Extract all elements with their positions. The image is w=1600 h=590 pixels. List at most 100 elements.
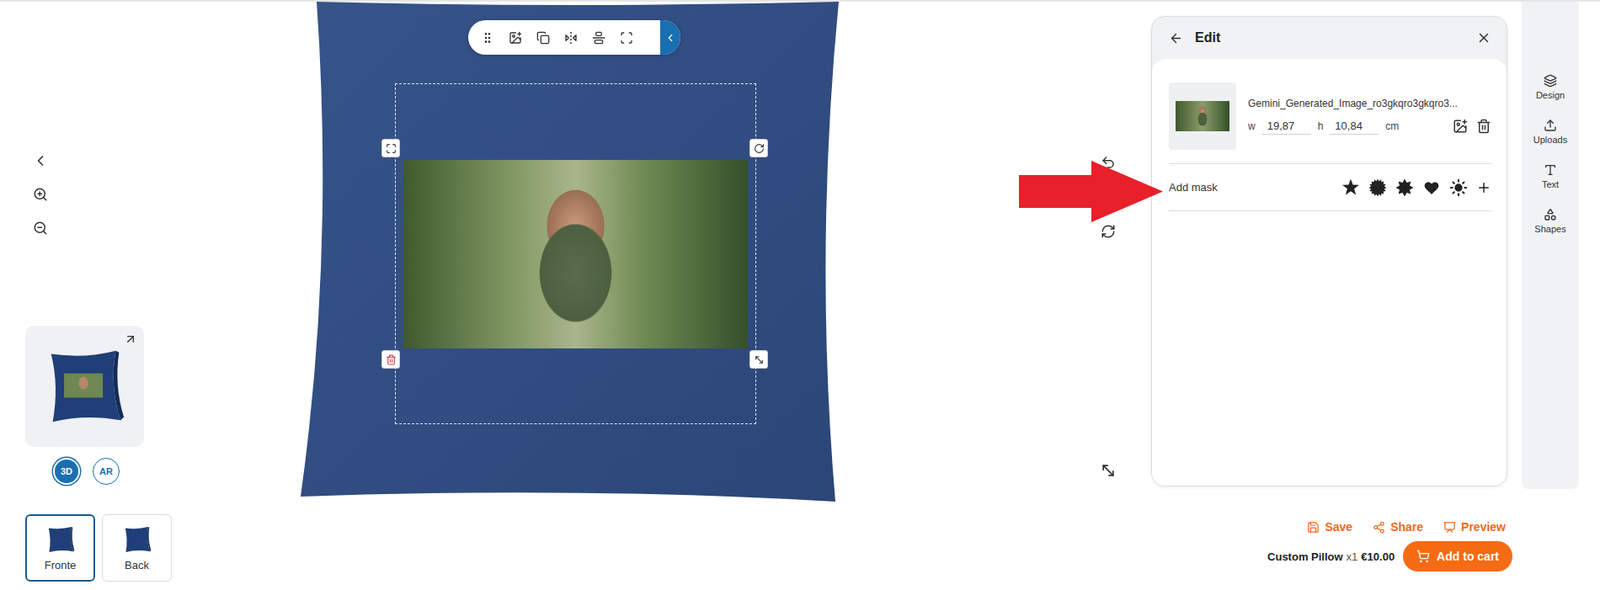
rotate-handle[interactable] [749, 138, 768, 158]
thumbnail-photo [1175, 101, 1230, 132]
badge-star-icon[interactable] [1395, 178, 1414, 198]
expand-preview[interactable] [123, 332, 138, 347]
pillow-icon [122, 525, 152, 555]
price-row: Custom Pillowx1€10.00 Add to cart [1151, 541, 1600, 572]
action-link[interactable]: Preview [1443, 520, 1506, 534]
trash-icon [385, 354, 397, 366]
delete-image-button[interactable] [1476, 118, 1492, 134]
chevron-left-icon [664, 32, 677, 44]
close-button[interactable] [1476, 30, 1492, 46]
side-tab[interactable]: Fronte [25, 514, 96, 582]
image-thumbnail [1168, 82, 1237, 150]
action-row: Save Share Preview [1151, 520, 1600, 534]
width-label: w [1248, 120, 1256, 133]
toolbar-button[interactable] [474, 25, 501, 51]
toolbar-button[interactable] [502, 25, 528, 51]
side-tab-label: Back [124, 559, 150, 572]
side-tabs: Fronte Back [25, 514, 253, 582]
height-field[interactable]: 10,84 [1329, 117, 1379, 135]
sidebar-item[interactable]: Shapes [1534, 208, 1566, 235]
resize-handle[interactable] [749, 350, 768, 369]
zoom-in-button[interactable] [32, 186, 49, 203]
height-label: h [1317, 120, 1324, 133]
align-icon [592, 31, 606, 45]
share-icon [1372, 521, 1386, 534]
toolbar-button[interactable] [613, 25, 640, 51]
panel-header: Edit [1152, 16, 1507, 59]
star-icon[interactable] [1341, 178, 1360, 198]
trash-icon [1476, 118, 1492, 134]
add-mask-icon[interactable] [1476, 180, 1492, 196]
zoom-in-icon [32, 186, 48, 203]
image-actions [1452, 118, 1492, 134]
back-button[interactable] [1168, 31, 1184, 46]
sidebar-item[interactable]: Design [1536, 74, 1565, 101]
view-mode-button[interactable]: 3D [53, 458, 80, 486]
fullscreen-handle[interactable] [381, 138, 400, 158]
duplicate-icon [536, 31, 550, 45]
toolbar-button[interactable] [530, 25, 556, 51]
zoom-out-icon [32, 220, 48, 236]
element-toolbar [468, 20, 681, 55]
view-tools [32, 152, 253, 237]
price: €10.00 [1360, 550, 1395, 564]
add-to-cart-label: Add to cart [1436, 549, 1499, 564]
view-modes: 3D AR [25, 458, 253, 486]
cart-icon [1416, 549, 1430, 564]
pillow-preview-icon [44, 346, 126, 427]
sidebar-item[interactable]: Uploads [1533, 118, 1568, 145]
panel-row: Edit Gemini_Generated_Image_ro3gkqro3gkqr… [1151, 1, 1600, 490]
back-button[interactable] [32, 152, 49, 170]
fullscreen-button[interactable] [1098, 461, 1118, 480]
arrow-up-right-icon [123, 332, 138, 347]
image-row: Gemini_Generated_Image_ro3gkqro3gkqro3..… [1168, 82, 1492, 165]
preview-thumbnail[interactable] [25, 325, 144, 448]
text-icon [1543, 163, 1558, 177]
sidebar-label: Text [1541, 179, 1559, 190]
reset-button[interactable] [1098, 222, 1118, 241]
side-tab[interactable]: Back [101, 514, 172, 582]
heart-icon[interactable] [1422, 178, 1441, 198]
sun-icon[interactable] [1449, 178, 1468, 198]
file-name: Gemini_Generated_Image_ro3gkqro3gkqro3..… [1248, 97, 1492, 110]
toolbar-button[interactable] [586, 25, 612, 51]
design-canvas [252, 1, 1152, 590]
panel-title: Edit [1194, 30, 1221, 46]
resize-icon [753, 354, 765, 366]
left-rail: 3D AR Fronte Back [0, 1, 253, 590]
add-to-cart-button[interactable]: Add to cart [1402, 541, 1513, 572]
tool-sidebar: Design Uploads Text Shapes [1521, 1, 1579, 490]
action-label: Preview [1461, 520, 1506, 534]
action-label: Share [1390, 520, 1424, 534]
quantity: x1 [1346, 550, 1359, 564]
replace-image-icon [508, 31, 523, 45]
product-designer: 3D AR Fronte Back Edit Gemini_Generated_Image… [0, 0, 1600, 590]
action-link[interactable]: Share [1372, 520, 1424, 534]
unit-label: cm [1385, 120, 1399, 133]
action-link[interactable]: Save [1306, 520, 1353, 534]
sidebar-item[interactable]: Text [1541, 163, 1559, 190]
sidebar-label: Design [1536, 90, 1565, 101]
edit-panel: Edit Gemini_Generated_Image_ro3gkqro3gkqr… [1151, 16, 1508, 487]
flip-icon [564, 31, 578, 45]
burst-icon[interactable] [1368, 178, 1387, 198]
photo[interactable] [403, 160, 748, 349]
panel-body: Gemini_Generated_Image_ro3gkqro3gkqro3..… [1152, 58, 1507, 486]
product-name: Custom Pillow [1267, 550, 1344, 564]
mask-label: Add mask [1168, 181, 1218, 194]
drag-handle-icon [480, 31, 495, 45]
zoom-out-button[interactable] [32, 219, 49, 237]
sidebar-label: Uploads [1533, 134, 1568, 145]
toolbar-button[interactable] [558, 25, 584, 51]
pillow-icon [46, 525, 75, 555]
delete-handle[interactable] [381, 350, 400, 369]
arrow-left-icon [1168, 31, 1184, 46]
width-field[interactable]: 19,87 [1262, 117, 1312, 135]
action-label: Save [1324, 520, 1353, 534]
replace-image-button[interactable] [1452, 118, 1468, 134]
right-column: Edit Gemini_Generated_Image_ro3gkqro3gkqr… [1151, 1, 1600, 590]
price-summary: Custom Pillowx1€10.00 [1267, 550, 1395, 564]
view-mode-button[interactable]: AR [92, 458, 120, 486]
dimensions-row: w 19,87 h 10,84 cm [1248, 117, 1492, 135]
preview-icon [1443, 521, 1456, 534]
